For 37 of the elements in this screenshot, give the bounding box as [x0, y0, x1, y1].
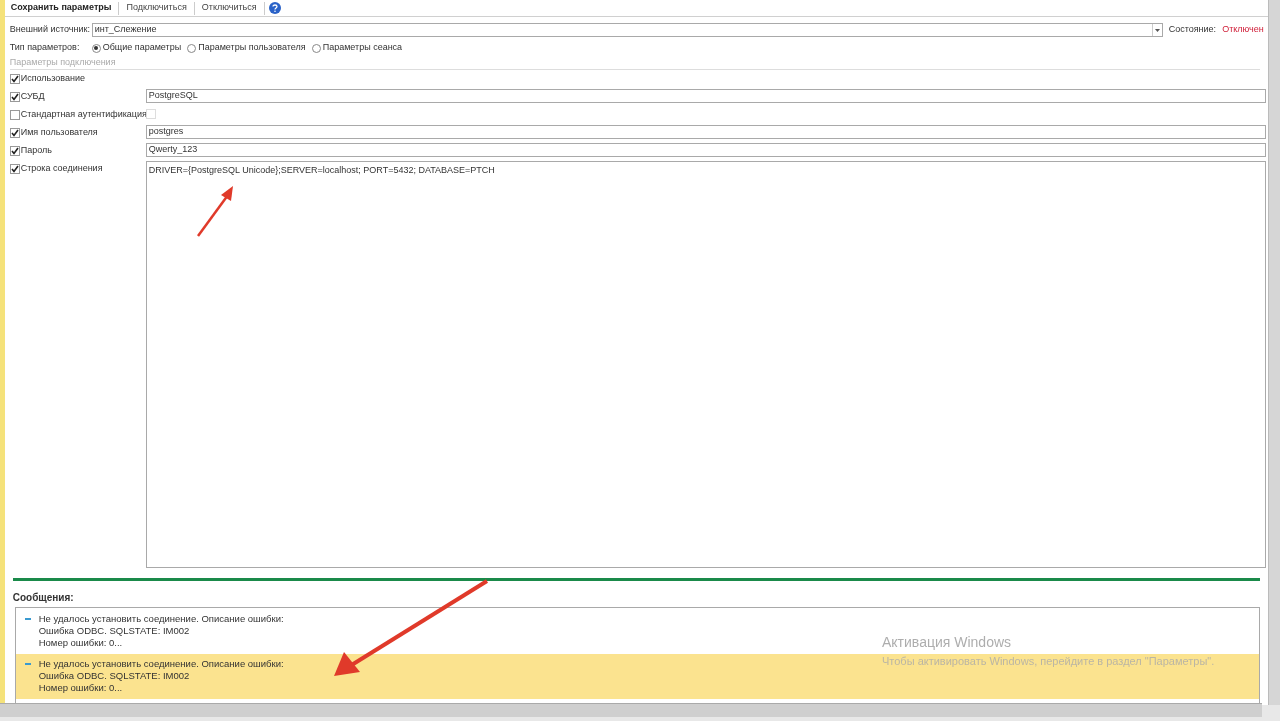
- radio-label[interactable]: Параметры сеанса: [322, 41, 403, 55]
- messages-title: Сообщения:: [12, 591, 75, 604]
- field-label: Имя пользователя: [20, 125, 98, 139]
- field-label: Использование: [20, 71, 85, 85]
- checkbox[interactable]: [9, 145, 20, 156]
- text-area[interactable]: DRIVER={PostgreSQL Unicode};SERVER=localhost; PORT=5432; DATABASE=PTCH: [145, 161, 1266, 568]
- field-label: Тип параметров:: [9, 41, 81, 55]
- radio-button[interactable]: [187, 43, 197, 53]
- radio-button[interactable]: [91, 43, 101, 53]
- help-icon[interactable]: [268, 2, 281, 14]
- input-field[interactable]: postgres: [145, 125, 1266, 139]
- dropdown-icon[interactable]: [1151, 24, 1162, 36]
- input-field[interactable]: Qwerty_123: [145, 143, 1266, 157]
- source-combobox[interactable]: инт_Слежение: [91, 23, 1163, 37]
- activation-text: Чтобы активировать Windows, перейдите в раздел "Параметры".: [882, 654, 1215, 669]
- section-title: Параметры подключения: [9, 56, 1260, 70]
- field-label: СУБД: [20, 89, 45, 103]
- field-label: Пароль: [20, 143, 52, 157]
- checkbox[interactable]: [9, 109, 20, 120]
- horizontal-scrollbar[interactable]: [0, 703, 1262, 717]
- state-label: Состояние:: [1168, 23, 1217, 37]
- field-label: Внешний источник:: [9, 23, 88, 37]
- radio-label[interactable]: Общие параметры: [102, 41, 182, 55]
- radio-button[interactable]: [311, 43, 321, 53]
- checkbox[interactable]: [9, 163, 20, 174]
- toolbar-button[interactable]: Подключиться: [123, 0, 190, 16]
- radio-label[interactable]: Параметры пользователя: [198, 41, 306, 55]
- state-value: Отключен: [1222, 23, 1264, 37]
- input-field[interactable]: PostgreSQL: [145, 89, 1266, 103]
- activation-title: Активация Windows: [882, 633, 1013, 652]
- checkbox[interactable]: [9, 91, 20, 102]
- field-label: Строка соединения: [20, 161, 103, 175]
- toolbar-button[interactable]: Сохранить параметры: [7, 0, 115, 16]
- checkbox[interactable]: [9, 73, 20, 84]
- toolbar-button[interactable]: Отключиться: [198, 0, 260, 16]
- field-label: Стандартная аутентификация: [20, 107, 147, 121]
- checkbox[interactable]: [9, 127, 20, 138]
